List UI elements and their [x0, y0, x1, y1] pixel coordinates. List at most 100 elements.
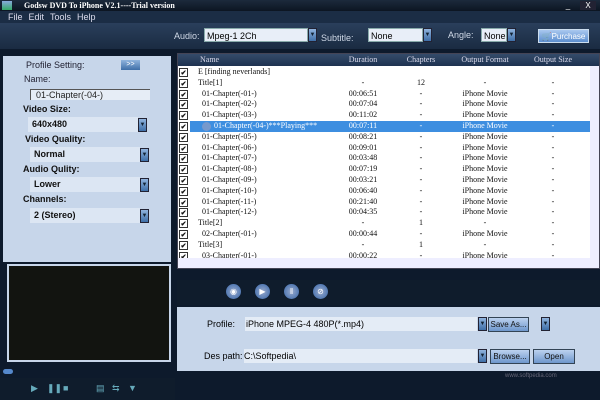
path-dropdown[interactable] — [478, 349, 487, 363]
row-size: - — [551, 121, 555, 130]
row-checkbox[interactable]: ✔ — [179, 111, 188, 121]
camera-icon[interactable]: ◉ — [226, 284, 241, 299]
video-size-select[interactable]: 640x480 — [28, 117, 138, 132]
channels-select[interactable]: 2 (Stereo) — [30, 208, 140, 223]
col-output-format[interactable]: Output Format — [450, 54, 520, 66]
menu-help[interactable]: Help — [77, 12, 96, 22]
save-as-button[interactable]: Save As... — [488, 317, 529, 332]
play-icon[interactable]: ▶ — [31, 383, 38, 394]
row-checkbox[interactable]: ✔ — [179, 219, 188, 229]
profile-select[interactable]: iPhone MPEG-4 480P(*.mp4) — [245, 317, 477, 331]
menu-edit[interactable]: Edit — [29, 12, 45, 22]
subtitle-dropdown-button[interactable] — [423, 28, 432, 42]
table-row[interactable]: ✔ 02-Chapter(-01-) 00:00:44 - iPhone Movie - — [178, 229, 590, 240]
row-duration: - — [361, 77, 365, 87]
row-checkbox[interactable]: ✔ — [179, 132, 188, 142]
table-row[interactable]: ✔ 01-Chapter(-05-) 00:08:21 - iPhone Movie - — [178, 132, 590, 143]
snapshot-icon[interactable]: ▤ — [96, 383, 105, 394]
row-name: Title[3] — [198, 239, 223, 249]
open-button[interactable]: Open — [533, 349, 575, 364]
browse-button[interactable]: Browse... — [490, 349, 530, 364]
row-chapters: - — [419, 131, 423, 141]
table-row[interactable]: ✔ 01-Chapter(-07-) 00:03:48 - iPhone Movie - — [178, 153, 590, 164]
video-quality-dropdown[interactable] — [140, 148, 149, 162]
name-field[interactable]: 01-Chapter(-04-) — [30, 89, 150, 100]
loop-icon[interactable]: ⇆ — [112, 383, 120, 394]
col-output-size[interactable]: Output Size — [523, 54, 583, 66]
video-quality-label: Video Quality: — [25, 134, 86, 144]
audio-quality-dropdown[interactable] — [140, 178, 149, 192]
row-checkbox[interactable]: ✔ — [179, 240, 188, 250]
row-format: - — [483, 239, 487, 249]
row-size: - — [551, 196, 555, 206]
row-checkbox[interactable]: ✔ — [179, 197, 188, 207]
row-checkbox[interactable]: ✔ — [179, 154, 188, 164]
table-row[interactable]: ✔ 01-Chapter(-03-) 00:11:02 - iPhone Movie - — [178, 110, 590, 121]
audio-quality-select[interactable]: Lower — [30, 177, 140, 192]
vertical-scrollbar[interactable] — [590, 66, 599, 258]
horizontal-scrollbar[interactable] — [178, 258, 599, 268]
volume-icon[interactable]: ▼ — [128, 383, 137, 393]
row-checkbox[interactable]: ✔ — [179, 176, 188, 185]
row-checkbox[interactable]: ✔ — [179, 68, 188, 77]
row-duration: 00:07:11 — [348, 121, 378, 130]
seek-slider-handle[interactable] — [3, 369, 13, 374]
table-row[interactable]: ✔ E [finding neverlands] — [178, 67, 590, 78]
row-checkbox[interactable]: ✔ — [179, 208, 188, 218]
convert-icon[interactable]: ▶ — [255, 284, 270, 299]
row-checkbox[interactable]: ✔ — [179, 100, 188, 110]
row-size: - — [551, 229, 555, 238]
col-chapters[interactable]: Chapters — [396, 54, 446, 66]
purchase-button[interactable]: 🛒Purchase — [538, 29, 589, 43]
row-checkbox[interactable]: ✔ — [179, 230, 188, 239]
save-as-dropdown[interactable] — [541, 317, 550, 331]
expand-button[interactable]: >> — [121, 60, 140, 70]
minimize-button[interactable]: _ — [560, 1, 576, 10]
table-header: Name Duration Chapters Output Format Out… — [178, 54, 599, 66]
row-checkbox[interactable]: ✔ — [179, 165, 188, 175]
menu-file[interactable]: File — [8, 12, 23, 22]
stop-icon[interactable]: ■ — [63, 383, 68, 393]
table-row[interactable]: ✔ 01-Chapter(-09-) 00:03:21 - iPhone Movie - — [178, 175, 590, 186]
output-settings-panel: Profile: iPhone MPEG-4 480P(*.mp4) Save … — [177, 307, 600, 371]
col-duration[interactable]: Duration — [338, 54, 388, 66]
profile-dropdown[interactable] — [478, 317, 487, 331]
menu-tools[interactable]: Tools — [50, 12, 71, 22]
close-button[interactable]: X — [580, 1, 596, 10]
row-checkbox[interactable]: ✔ — [179, 122, 188, 131]
conversion-controls: ◉ ▶ ‖ ⊘ — [177, 280, 600, 305]
table-row[interactable]: ✔ Title[2] - 1 - - — [178, 218, 590, 229]
pause-convert-icon[interactable]: ‖ — [284, 284, 299, 299]
table-row[interactable]: ✔ 01-Chapter(-08-) 00:07:19 - iPhone Movie - — [178, 164, 590, 175]
video-quality-select[interactable]: Normal — [30, 147, 140, 162]
col-name[interactable]: Name — [200, 54, 219, 66]
table-row[interactable]: ✔ 01-Chapter(-11-) 00:21:40 - iPhone Movie - — [178, 197, 590, 208]
pause-icon[interactable]: ❚❚ — [47, 383, 62, 394]
row-duration: 00:00:44 — [348, 229, 378, 238]
table-row[interactable]: ✔ 01-Chapter(-01-) 00:06:51 - iPhone Movie - — [178, 89, 590, 100]
table-row[interactable]: ✔ 01-Chapter(-12-) 00:04:35 - iPhone Movie - — [178, 207, 590, 218]
row-checkbox[interactable]: ✔ — [179, 78, 188, 88]
playing-icon — [202, 122, 211, 131]
table-row[interactable]: ✔ 01-Chapter(-02-) 00:07:04 - iPhone Movie - — [178, 99, 590, 110]
angle-dropdown-button[interactable] — [507, 28, 516, 42]
subtitle-select[interactable]: None — [368, 28, 423, 42]
row-checkbox[interactable]: ✔ — [179, 186, 188, 196]
table-row[interactable]: ✔ 01-Chapter(-10-) 00:06:40 - iPhone Movie - — [178, 186, 590, 197]
row-checkbox[interactable]: ✔ — [179, 89, 188, 99]
row-checkbox[interactable]: ✔ — [179, 143, 188, 153]
audio-select[interactable]: Mpeg-1 2Ch — [204, 28, 308, 42]
audio-label: Audio: — [174, 31, 200, 41]
table-row[interactable]: ✔ Title[1] - 12 - - — [178, 78, 590, 89]
row-duration: 00:08:21 — [348, 131, 378, 141]
table-row[interactable]: ✔ Title[3] - 1 - - — [178, 240, 590, 251]
stop-convert-icon[interactable]: ⊘ — [313, 284, 328, 299]
channels-dropdown[interactable] — [140, 209, 149, 223]
table-row[interactable]: ✔ 01-Chapter(-06-) 00:09:01 - iPhone Movie - — [178, 143, 590, 154]
row-format: iPhone Movie — [462, 185, 508, 195]
angle-select[interactable]: None — [481, 28, 507, 42]
audio-dropdown-button[interactable] — [308, 28, 317, 42]
des-path-input[interactable]: C:\Softpedia\ — [244, 349, 477, 363]
table-row[interactable]: ✔ 01-Chapter(-04-)***Playing*** 00:07:11 - i… — [178, 121, 590, 132]
video-size-dropdown[interactable] — [138, 118, 147, 132]
